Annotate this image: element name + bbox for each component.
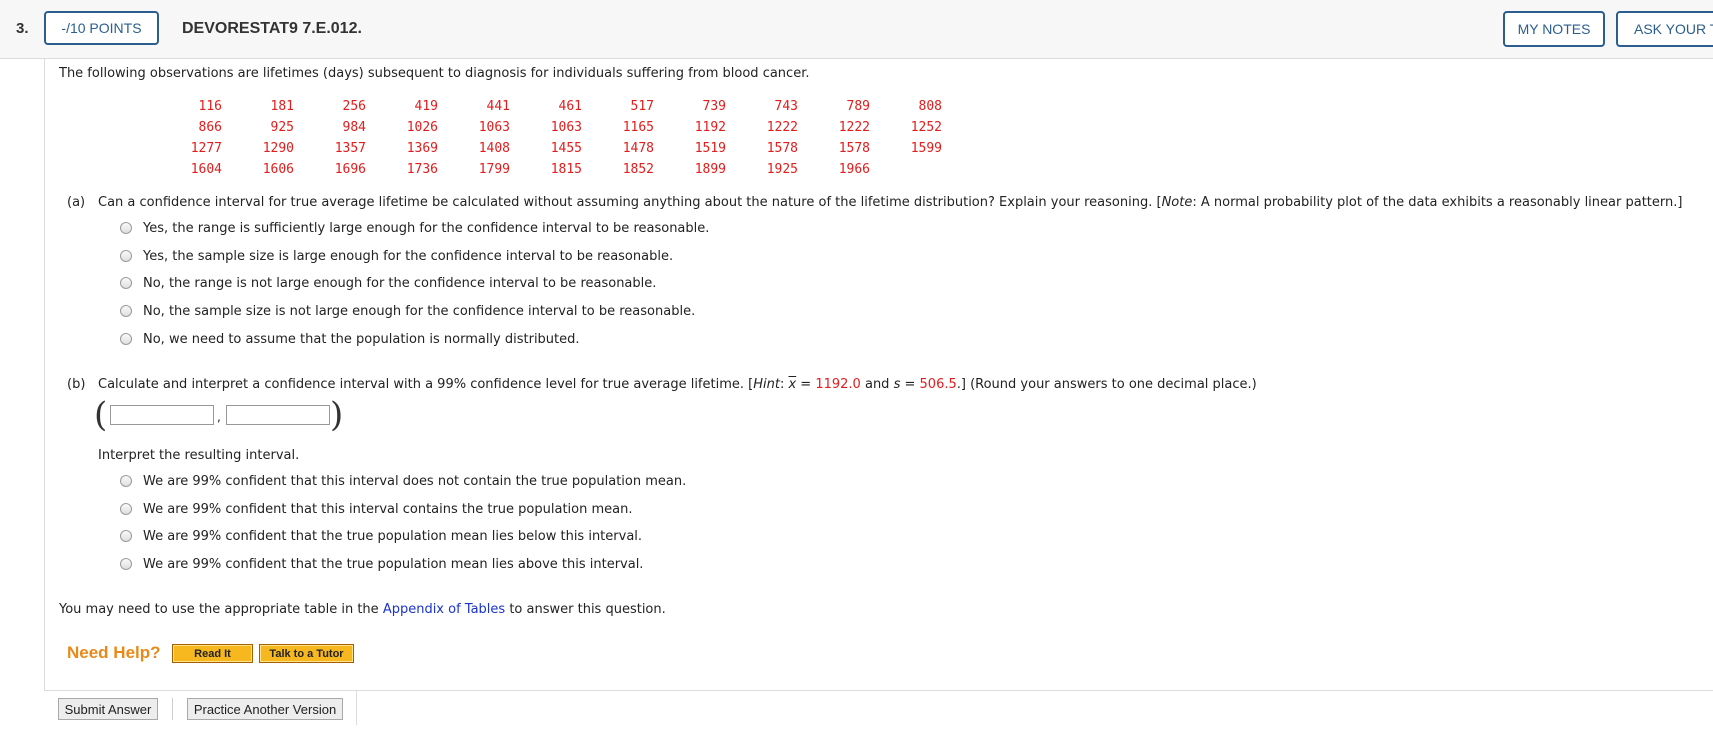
data-cell: 1736 xyxy=(406,162,438,177)
submit-area-edge xyxy=(356,690,357,725)
my-notes-button[interactable]: MY NOTES xyxy=(1503,11,1605,47)
lifetime-data-table: 116 181 256 419 441 461 517 739 743 789 808 866 925 9… xyxy=(150,96,942,180)
part-a-option-2-radio[interactable] xyxy=(120,250,132,262)
data-cell: 256 xyxy=(342,99,366,114)
interval-comma: , xyxy=(217,410,221,424)
data-cell: 1277 xyxy=(190,141,222,156)
data-cell: 1696 xyxy=(334,162,366,177)
data-cell xyxy=(870,159,942,180)
appendix-note: You may need to use the appropriate tabl… xyxy=(59,602,666,617)
data-cell: 1455 xyxy=(550,141,582,156)
data-row: 116 181 256 419 441 461 517 739 743 789 808 xyxy=(150,96,942,117)
talk-to-tutor-button[interactable]: Talk to a Tutor xyxy=(259,644,354,663)
need-help-label: Need Help? xyxy=(67,643,161,662)
data-row: 1604 1606 1696 1736 1799 1815 1852 1899 1925 1966 xyxy=(150,159,942,180)
data-cell: 866 xyxy=(198,120,222,135)
data-cell: 517 xyxy=(630,99,654,114)
practice-another-version-button[interactable]: Practice Another Version xyxy=(187,698,343,720)
part-b-option-2[interactable]: We are 99% confident that this interval … xyxy=(143,502,632,517)
data-cell: 984 xyxy=(342,120,366,135)
data-cell: 441 xyxy=(486,99,510,114)
data-cell: 1519 xyxy=(694,141,726,156)
data-cell: 1369 xyxy=(406,141,438,156)
data-cell: 1925 xyxy=(766,162,798,177)
data-cell: 1966 xyxy=(838,162,870,177)
part-a-option-3-radio[interactable] xyxy=(120,277,132,289)
data-cell: 116 xyxy=(198,99,222,114)
data-cell: 1252 xyxy=(910,120,942,135)
question-id: DEVORESTAT9 7.E.012. xyxy=(182,20,362,37)
data-cell: 1063 xyxy=(550,120,582,135)
part-a-option-1-radio[interactable] xyxy=(120,222,132,234)
part-a-option-5[interactable]: No, we need to assume that the populatio… xyxy=(143,332,580,347)
upper-bound-input[interactable] xyxy=(226,405,330,425)
part-b-option-1-radio[interactable] xyxy=(120,475,132,487)
data-cell: 1478 xyxy=(622,141,654,156)
part-a-option-4[interactable]: No, the sample size is not large enough … xyxy=(143,304,695,319)
part-b-option-1[interactable]: We are 99% confident that this interval … xyxy=(143,474,686,489)
data-cell: 1599 xyxy=(910,141,942,156)
data-cell: 1165 xyxy=(622,120,654,135)
footer-separator xyxy=(172,698,173,720)
part-a-option-1[interactable]: Yes, the range is sufficiently large eno… xyxy=(143,221,709,236)
ask-teacher-button[interactable]: ASK YOUR TEACHER xyxy=(1616,11,1713,47)
part-b-option-3[interactable]: We are 99% confident that the true popul… xyxy=(143,529,642,544)
question-number: 3. xyxy=(16,20,29,37)
data-cell: 419 xyxy=(414,99,438,114)
data-row: 1277 1290 1357 1369 1408 1455 1478 1519 1578 1578… xyxy=(150,138,942,159)
data-cell: 461 xyxy=(558,99,582,114)
data-cell: 1799 xyxy=(478,162,510,177)
part-b-prompt: Calculate and interpret a confidence int… xyxy=(98,377,1257,392)
data-cell: 1899 xyxy=(694,162,726,177)
data-cell: 808 xyxy=(918,99,942,114)
data-cell: 1578 xyxy=(766,141,798,156)
appendix-link[interactable]: Appendix of Tables xyxy=(383,602,505,617)
lower-bound-input[interactable] xyxy=(110,405,214,425)
data-cell: 1222 xyxy=(766,120,798,135)
close-paren: ) xyxy=(330,395,344,435)
part-a-prompt: Can a confidence interval for true avera… xyxy=(98,195,1683,210)
data-cell: 1357 xyxy=(334,141,366,156)
data-cell: 743 xyxy=(774,99,798,114)
part-b-option-4[interactable]: We are 99% confident that the true popul… xyxy=(143,557,643,572)
data-cell: 739 xyxy=(702,99,726,114)
part-a-option-3[interactable]: No, the range is not large enough for th… xyxy=(143,276,656,291)
data-cell: 1852 xyxy=(622,162,654,177)
part-b-option-2-radio[interactable] xyxy=(120,503,132,515)
data-cell: 1408 xyxy=(478,141,510,156)
data-cell: 1578 xyxy=(838,141,870,156)
part-a-label: (a) xyxy=(67,195,86,210)
data-cell: 1290 xyxy=(262,141,294,156)
data-cell: 1222 xyxy=(838,120,870,135)
read-it-button[interactable]: Read It xyxy=(172,644,253,663)
interpret-label: Interpret the resulting interval. xyxy=(98,448,300,463)
data-cell: 1026 xyxy=(406,120,438,135)
data-cell: 1606 xyxy=(262,162,294,177)
part-a-option-2[interactable]: Yes, the sample size is large enough for… xyxy=(143,249,673,264)
part-b-option-4-radio[interactable] xyxy=(120,558,132,570)
points-button[interactable]: -/10 POINTS xyxy=(44,11,159,45)
data-cell: 1815 xyxy=(550,162,582,177)
part-a-option-4-radio[interactable] xyxy=(120,305,132,317)
part-b-label: (b) xyxy=(67,377,86,392)
data-cell: 1604 xyxy=(190,162,222,177)
data-cell: 1063 xyxy=(478,120,510,135)
question-intro: The following observations are lifetimes… xyxy=(59,66,810,81)
data-cell: 1192 xyxy=(694,120,726,135)
submit-answer-button[interactable]: Submit Answer xyxy=(58,698,158,720)
open-paren: ( xyxy=(94,395,108,435)
data-row: 866 925 984 1026 1063 1063 1165 1192 1222 1222 125… xyxy=(150,117,942,138)
part-b-option-3-radio[interactable] xyxy=(120,530,132,542)
part-a-option-5-radio[interactable] xyxy=(120,333,132,345)
data-cell: 181 xyxy=(270,99,294,114)
data-cell: 789 xyxy=(846,99,870,114)
data-cell: 925 xyxy=(270,120,294,135)
